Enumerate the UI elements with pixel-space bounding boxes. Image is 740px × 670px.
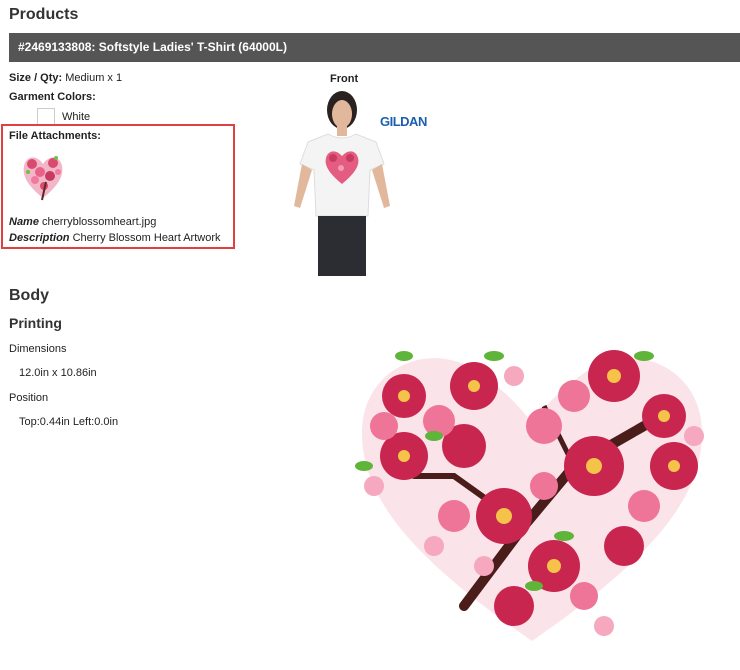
dimensions-label: Dimensions	[9, 343, 67, 355]
position-value: Top:0.44in Left:0.0in	[19, 416, 119, 428]
brand-logo: GILDAN	[380, 114, 427, 129]
size-qty-row: Size / Qty: Medium x 1	[9, 72, 122, 84]
size-qty-label: Size / Qty:	[9, 72, 63, 84]
front-label: Front	[330, 73, 359, 85]
body-section-title: Body	[9, 287, 49, 304]
attachment-description-row: Description Cherry Blossom Heart Artwork	[9, 232, 221, 244]
description-value: Cherry Blossom Heart Artwork	[72, 232, 221, 244]
product-title-bar: #2469133808: Softstyle Ladies' T-Shirt (…	[9, 33, 740, 62]
name-value: cherryblossomheart.jpg	[42, 216, 157, 228]
color-name: White	[62, 111, 91, 123]
attachment-name-row: Name cherryblossomheart.jpg	[9, 216, 156, 228]
page-title: Products	[9, 6, 79, 23]
position-label: Position	[9, 392, 49, 404]
name-label: Name	[9, 216, 39, 228]
description-label: Description	[9, 232, 70, 244]
attachment-thumbnail[interactable]	[20, 148, 66, 206]
print-artwork-image	[355, 350, 704, 641]
size-qty-value: Medium x 1	[65, 72, 123, 84]
dimensions-value: 12.0in x 10.86in	[19, 367, 97, 379]
file-attachments-label: File Attachments:	[9, 130, 101, 142]
garment-colors-label: Garment Colors:	[9, 91, 96, 103]
printing-title: Printing	[9, 315, 62, 331]
